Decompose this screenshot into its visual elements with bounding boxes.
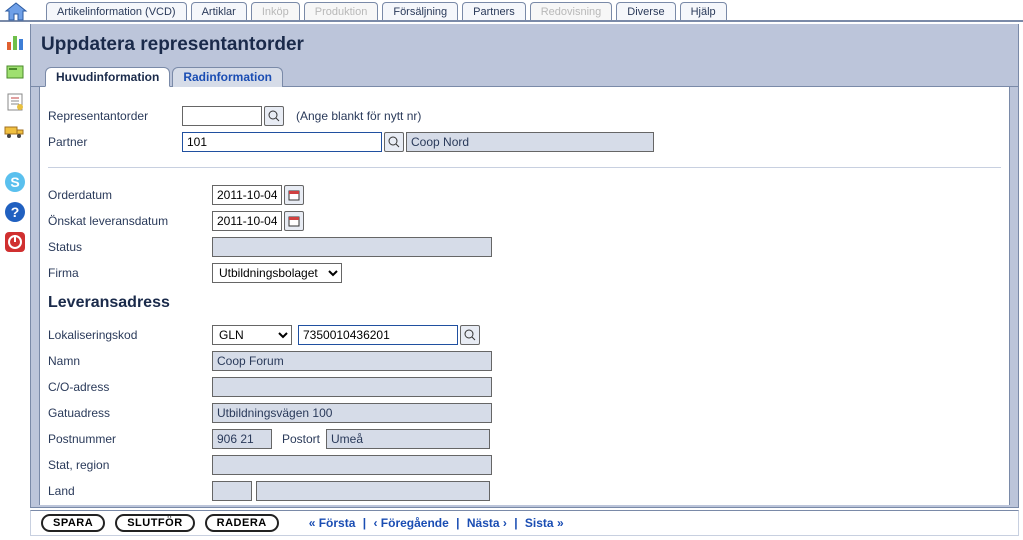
footer-bar: SPARA SLUTFÖR RADERA « Första | ‹ Föregå… [30, 510, 1019, 536]
reporder-search-icon[interactable] [264, 106, 284, 126]
co-display [212, 377, 492, 397]
state-display [212, 455, 492, 475]
nav-last[interactable]: Sista » [525, 516, 564, 530]
status-display [212, 237, 492, 257]
tab-radinformation[interactable]: Radinformation [172, 67, 283, 87]
country-code-display [212, 481, 252, 501]
delivery-title: Leveransadress [48, 294, 1001, 312]
svg-text:S: S [10, 174, 19, 190]
delete-button[interactable]: RADERA [205, 514, 279, 532]
name-display: Coop Forum [212, 351, 492, 371]
country-name-display [256, 481, 490, 501]
partner-name-display: Coop Nord [406, 132, 654, 152]
save-button[interactable]: SPARA [41, 514, 105, 532]
partner-input[interactable] [182, 132, 382, 152]
city-label: Postort [282, 432, 320, 446]
main-panel: Uppdatera representantorder Huvudinforma… [30, 24, 1019, 508]
desired-date-input[interactable] [212, 211, 282, 231]
reporder-label: Representantorder [48, 109, 182, 123]
state-label: Stat, region [48, 458, 212, 472]
top-tab-artikelinformation[interactable]: Artikelinformation (VCD) [46, 2, 187, 20]
inner-tab-bar: Huvudinformation Radinformation [31, 66, 1018, 87]
reporder-hint: (Ange blankt för nytt nr) [296, 109, 421, 123]
chart-icon[interactable] [3, 30, 27, 54]
form-area: Representantorder (Ange blankt för nytt … [39, 87, 1010, 505]
firma-select[interactable]: Utbildningsbolaget [212, 263, 342, 283]
city-display: Umeå [326, 429, 490, 449]
partner-search-icon[interactable] [384, 132, 404, 152]
top-tab-inkop: Inköp [251, 2, 300, 20]
orderdate-label: Orderdatum [48, 188, 212, 202]
truck-icon[interactable] [3, 120, 27, 144]
nav-next[interactable]: Nästa › [467, 516, 507, 530]
name-label: Namn [48, 354, 212, 368]
loccode-input[interactable] [298, 325, 458, 345]
nav-first[interactable]: « Första [309, 516, 356, 530]
co-label: C/O-adress [48, 380, 212, 394]
power-icon[interactable] [3, 230, 27, 254]
postal-label: Postnummer [48, 432, 212, 446]
loccode-label: Lokaliseringskod [48, 328, 212, 342]
finish-button[interactable]: SLUTFÖR [115, 514, 194, 532]
partner-label: Partner [48, 135, 182, 149]
loccode-search-icon[interactable] [460, 325, 480, 345]
street-display: Utbildningsvägen 100 [212, 403, 492, 423]
top-tab-partners[interactable]: Partners [462, 2, 526, 20]
top-tab-hjalp[interactable]: Hjälp [680, 2, 727, 20]
street-label: Gatuadress [48, 406, 212, 420]
desired-date-calendar-icon[interactable] [284, 211, 304, 231]
top-tab-redovisning: Redovisning [530, 2, 613, 20]
loccode-type-select[interactable]: GLN [212, 325, 292, 345]
home-icon[interactable] [4, 2, 28, 22]
desired-date-label: Önskat leveransdatum [48, 214, 212, 228]
status-label: Status [48, 240, 212, 254]
sidebar: S ? [0, 24, 30, 540]
note-green-icon[interactable] [3, 60, 27, 84]
orderdate-calendar-icon[interactable] [284, 185, 304, 205]
country-label: Land [48, 484, 212, 498]
svg-text:?: ? [11, 204, 20, 220]
top-tab-artiklar[interactable]: Artiklar [191, 2, 247, 20]
postal-display: 906 21 [212, 429, 272, 449]
reporder-input[interactable] [182, 106, 262, 126]
top-tab-produktion: Produktion [304, 2, 379, 20]
orderdate-input[interactable] [212, 185, 282, 205]
top-tab-bar: Artikelinformation (VCD) Artiklar Inköp … [0, 0, 1023, 22]
firma-label: Firma [48, 266, 212, 280]
help-icon[interactable]: ? [3, 200, 27, 224]
nav-links: « Första | ‹ Föregående | Nästa › | Sist… [309, 516, 564, 530]
skype-icon[interactable]: S [3, 170, 27, 194]
page-title: Uppdatera representantorder [31, 24, 1018, 66]
tab-huvudinformation[interactable]: Huvudinformation [45, 67, 170, 87]
top-tab-forsaljning[interactable]: Försäljning [382, 2, 458, 20]
document-icon[interactable] [3, 90, 27, 114]
nav-prev[interactable]: ‹ Föregående [373, 516, 448, 530]
top-tab-diverse[interactable]: Diverse [616, 2, 675, 20]
